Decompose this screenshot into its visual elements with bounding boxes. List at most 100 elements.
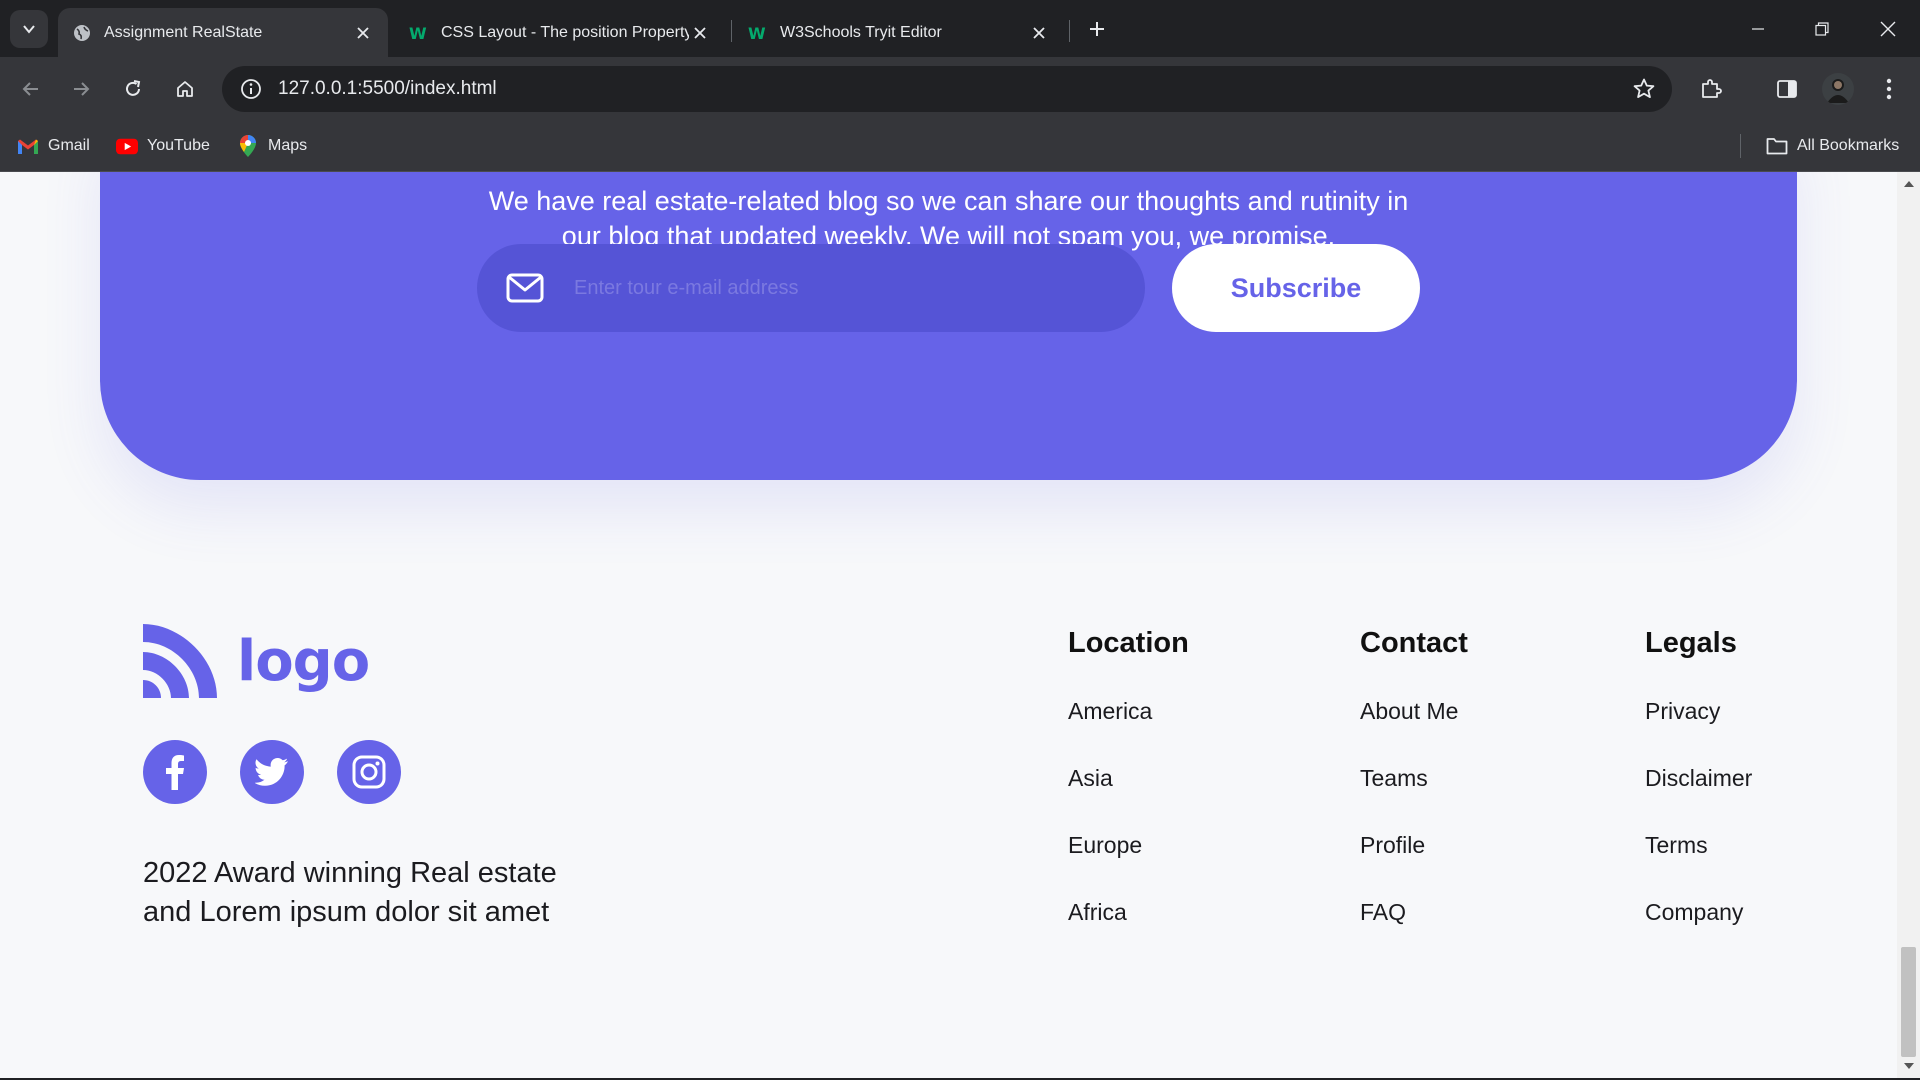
footer-link-america[interactable]: America bbox=[1068, 692, 1189, 730]
plus-icon bbox=[1090, 22, 1104, 36]
profile-avatar[interactable] bbox=[1822, 73, 1854, 105]
more-vertical-icon bbox=[1886, 78, 1892, 100]
extensions-button[interactable] bbox=[1692, 70, 1730, 108]
footer-link-privacy[interactable]: Privacy bbox=[1645, 692, 1752, 730]
tab-divider bbox=[1069, 20, 1070, 42]
column-heading: Location bbox=[1068, 627, 1189, 659]
all-bookmarks-button[interactable]: All Bookmarks bbox=[1766, 132, 1899, 160]
column-heading: Legals bbox=[1645, 627, 1737, 659]
footer-link-terms[interactable]: Terms bbox=[1645, 826, 1752, 864]
arrow-left-icon bbox=[22, 82, 38, 96]
url-text[interactable]: 127.0.0.1:5500/index.html bbox=[278, 78, 497, 100]
social-links bbox=[143, 740, 434, 804]
twitter-icon bbox=[255, 758, 288, 786]
logo-mark-icon bbox=[143, 624, 217, 698]
footer-link-asia[interactable]: Asia bbox=[1068, 759, 1189, 797]
reload-icon bbox=[126, 80, 141, 96]
tab-divider bbox=[731, 20, 732, 42]
close-window-button[interactable] bbox=[1856, 0, 1920, 57]
instagram-link[interactable] bbox=[337, 740, 401, 804]
avatar-icon bbox=[1827, 79, 1849, 103]
restore-button[interactable] bbox=[1790, 0, 1854, 57]
close-tab-icon[interactable] bbox=[1028, 22, 1050, 44]
youtube-icon bbox=[116, 135, 138, 157]
bookmarks-bar: Gmail YouTube Maps All Bookmarks bbox=[0, 121, 1920, 172]
side-panel-icon bbox=[1777, 80, 1797, 98]
column-heading: Contact bbox=[1360, 627, 1468, 659]
footer-column-legals: Legals Privacy Disclaimer Terms Company bbox=[1645, 624, 1752, 931]
footer-tagline: 2022 Award winning Real estate and Lorem… bbox=[143, 854, 603, 932]
footer-link-profile[interactable]: Profile bbox=[1360, 826, 1468, 864]
footer-link-faq[interactable]: FAQ bbox=[1360, 893, 1468, 931]
browser-tab-strip: Assignment RealState W CSS Layout - The … bbox=[0, 0, 1920, 57]
bookmark-label: YouTube bbox=[147, 137, 210, 154]
bookmark-maps[interactable]: Maps bbox=[237, 132, 307, 160]
site-info-icon[interactable] bbox=[228, 66, 274, 112]
tab-css-layout[interactable]: W CSS Layout - The position Property bbox=[395, 8, 725, 57]
footer-column-location: Location America Asia Europe Africa bbox=[1068, 624, 1189, 931]
gmail-icon bbox=[17, 135, 39, 157]
bookmark-gmail[interactable]: Gmail bbox=[17, 132, 90, 160]
facebook-icon bbox=[166, 755, 184, 790]
subscribe-button[interactable]: Subscribe bbox=[1172, 244, 1420, 332]
svg-text:W: W bbox=[748, 25, 766, 41]
bookmark-label: Maps bbox=[268, 137, 308, 154]
minimize-button[interactable] bbox=[1726, 0, 1790, 57]
tagline-line-2: and Lorem ipsum dolor sit amet bbox=[143, 896, 550, 928]
bookmark-youtube[interactable]: YouTube bbox=[116, 132, 210, 160]
side-panel-button[interactable] bbox=[1768, 70, 1806, 108]
newsletter-section: We have real estate-related blog so we c… bbox=[100, 172, 1797, 480]
scrollbar-thumb[interactable] bbox=[1901, 947, 1916, 1057]
bookmark-label: Gmail bbox=[48, 137, 90, 154]
page-scrollbar[interactable] bbox=[1897, 172, 1920, 1078]
footer-column-contact: Contact About Me Teams Profile FAQ bbox=[1360, 624, 1468, 931]
menu-button[interactable] bbox=[1870, 70, 1908, 108]
all-bookmarks-label: All Bookmarks bbox=[1797, 137, 1900, 154]
svg-text:W: W bbox=[409, 25, 427, 41]
tagline-line-1: 2022 Award winning Real estate bbox=[143, 857, 557, 889]
address-bar[interactable]: 127.0.0.1:5500/index.html bbox=[222, 66, 1672, 112]
bookmarks-divider bbox=[1740, 134, 1741, 158]
close-icon bbox=[1880, 21, 1896, 36]
tab-search-button[interactable] bbox=[10, 10, 48, 48]
instagram-icon bbox=[352, 755, 386, 789]
twitter-link[interactable] bbox=[240, 740, 304, 804]
home-icon bbox=[177, 81, 193, 97]
footer-link-africa[interactable]: Africa bbox=[1068, 893, 1189, 931]
w3schools-icon: W bbox=[409, 23, 429, 43]
footer-logo[interactable]: logo bbox=[143, 624, 370, 698]
bookmark-star-icon[interactable] bbox=[1630, 75, 1658, 103]
close-tab-icon[interactable] bbox=[689, 22, 711, 44]
tab-title: CSS Layout - The position Property bbox=[441, 23, 689, 41]
footer-link-company[interactable]: Company bbox=[1645, 893, 1752, 931]
maps-icon bbox=[237, 135, 259, 157]
scroll-down-icon[interactable] bbox=[1904, 1063, 1914, 1069]
newsletter-line-1: We have real estate-related blog so we c… bbox=[488, 186, 1409, 216]
globe-icon bbox=[72, 23, 92, 43]
scroll-up-icon[interactable] bbox=[1904, 181, 1914, 187]
email-field[interactable] bbox=[477, 244, 1145, 332]
forward-button[interactable] bbox=[62, 70, 100, 108]
footer-link-teams[interactable]: Teams bbox=[1360, 759, 1468, 797]
tab-assignment-realstate[interactable]: Assignment RealState bbox=[58, 8, 388, 57]
footer-link-about-me[interactable]: About Me bbox=[1360, 692, 1468, 730]
logo-text: logo bbox=[237, 628, 370, 694]
tab-title: Assignment RealState bbox=[104, 23, 263, 41]
home-button[interactable] bbox=[166, 70, 204, 108]
chevron-down-icon bbox=[23, 25, 35, 34]
restore-icon bbox=[1815, 21, 1829, 36]
close-tab-icon[interactable] bbox=[352, 22, 374, 44]
footer-link-europe[interactable]: Europe bbox=[1068, 826, 1189, 864]
back-button[interactable] bbox=[12, 70, 50, 108]
page-viewport: We have real estate-related blog so we c… bbox=[0, 172, 1897, 1078]
puzzle-icon bbox=[1702, 79, 1722, 98]
new-tab-button[interactable] bbox=[1082, 14, 1112, 44]
email-input[interactable] bbox=[574, 276, 1114, 300]
footer-link-disclaimer[interactable]: Disclaimer bbox=[1645, 759, 1752, 797]
minimize-icon bbox=[1752, 27, 1764, 30]
w3schools-icon: W bbox=[748, 23, 768, 43]
reload-button[interactable] bbox=[114, 70, 152, 108]
tab-w3schools-tryit[interactable]: W W3Schools Tryit Editor bbox=[734, 8, 1064, 57]
facebook-link[interactable] bbox=[143, 740, 207, 804]
browser-toolbar: 127.0.0.1:5500/index.html bbox=[0, 57, 1920, 121]
